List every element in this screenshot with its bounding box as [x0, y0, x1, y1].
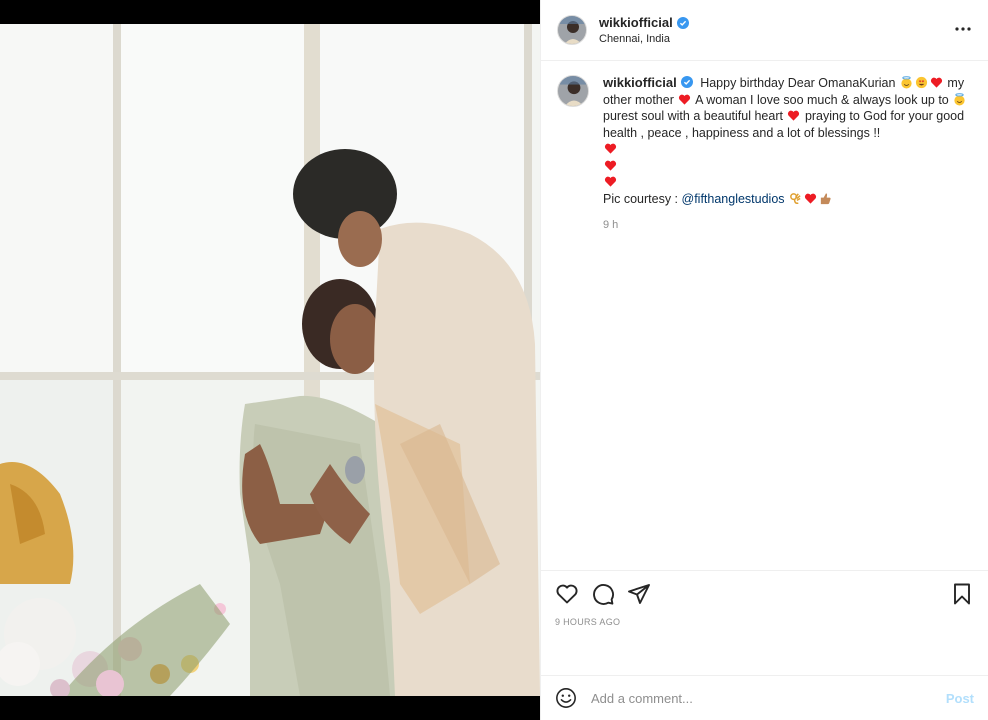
heart-line [603, 158, 972, 175]
pic-courtesy-label: Pic courtesy : [603, 191, 682, 206]
username-link[interactable]: wikkiofficial [599, 15, 689, 30]
thumbs-up-emoji-icon [820, 192, 831, 204]
post-comment-button[interactable]: Post [946, 691, 974, 706]
caption: wikkiofficial Happy birthday Dear OmanaK… [557, 75, 972, 234]
caption-timestamp: 9 h [603, 219, 619, 231]
mention-link[interactable]: @fifthanglestudios [682, 192, 785, 206]
post-time-ago: 9 HOURS AGO [555, 617, 621, 627]
comments-section: wikkiofficial Happy birthday Dear OmanaK… [541, 61, 988, 569]
add-comment-bar: Post [541, 675, 988, 720]
comment-input[interactable] [591, 690, 946, 706]
smiling-halo-emoji-icon [901, 76, 912, 89]
heart-icon[interactable] [555, 582, 579, 606]
caption-part4: purest soul with a beautiful heart [603, 109, 783, 123]
caption-part1: Happy birthday Dear OmanaKurian [700, 76, 896, 90]
post-header: wikkiofficial Chennai, India [541, 0, 988, 61]
post-media [0, 0, 540, 720]
location-link[interactable]: Chennai, India [599, 33, 689, 45]
red-heart-emoji-icon [604, 160, 617, 171]
share-icon[interactable] [627, 582, 651, 606]
action-bar: 9 HOURS AGO [541, 570, 988, 674]
post-photo[interactable] [0, 24, 540, 696]
red-heart-emoji-icon [788, 110, 800, 121]
smiling-halo-emoji-icon [954, 92, 965, 106]
verified-badge-icon [680, 76, 693, 88]
verified-badge-icon [676, 16, 689, 29]
red-heart-emoji-icon [679, 94, 691, 105]
ok-hand-emoji-icon [790, 192, 801, 204]
red-heart-emoji-icon [930, 77, 942, 88]
header-text: wikkiofficial Chennai, India [599, 15, 689, 45]
bookmark-icon[interactable] [950, 582, 974, 606]
red-heart-emoji-icon [604, 143, 617, 154]
more-options-icon[interactable] [954, 20, 972, 38]
red-heart-emoji-icon [604, 176, 617, 187]
heart-eyes-emoji-icon [915, 76, 927, 89]
avatar[interactable] [557, 15, 587, 45]
heart-line [603, 141, 972, 158]
caption-avatar[interactable] [557, 75, 589, 107]
action-icons [555, 581, 974, 607]
heart-line [603, 174, 972, 191]
caption-username[interactable]: wikkiofficial [603, 75, 677, 90]
red-heart-emoji-icon [804, 193, 817, 204]
pic-courtesy-line: Pic courtesy : @fifthanglestudios [603, 191, 972, 208]
comment-icon[interactable] [591, 582, 615, 606]
post-sidebar: wikkiofficial Chennai, India wikkioffici… [540, 0, 988, 720]
caption-part3: A woman I love soo much & always look up… [695, 92, 949, 107]
username-text: wikkiofficial [599, 15, 673, 30]
caption-text: wikkiofficial Happy birthday Dear OmanaK… [603, 75, 972, 234]
emoji-picker-icon[interactable] [555, 687, 577, 709]
